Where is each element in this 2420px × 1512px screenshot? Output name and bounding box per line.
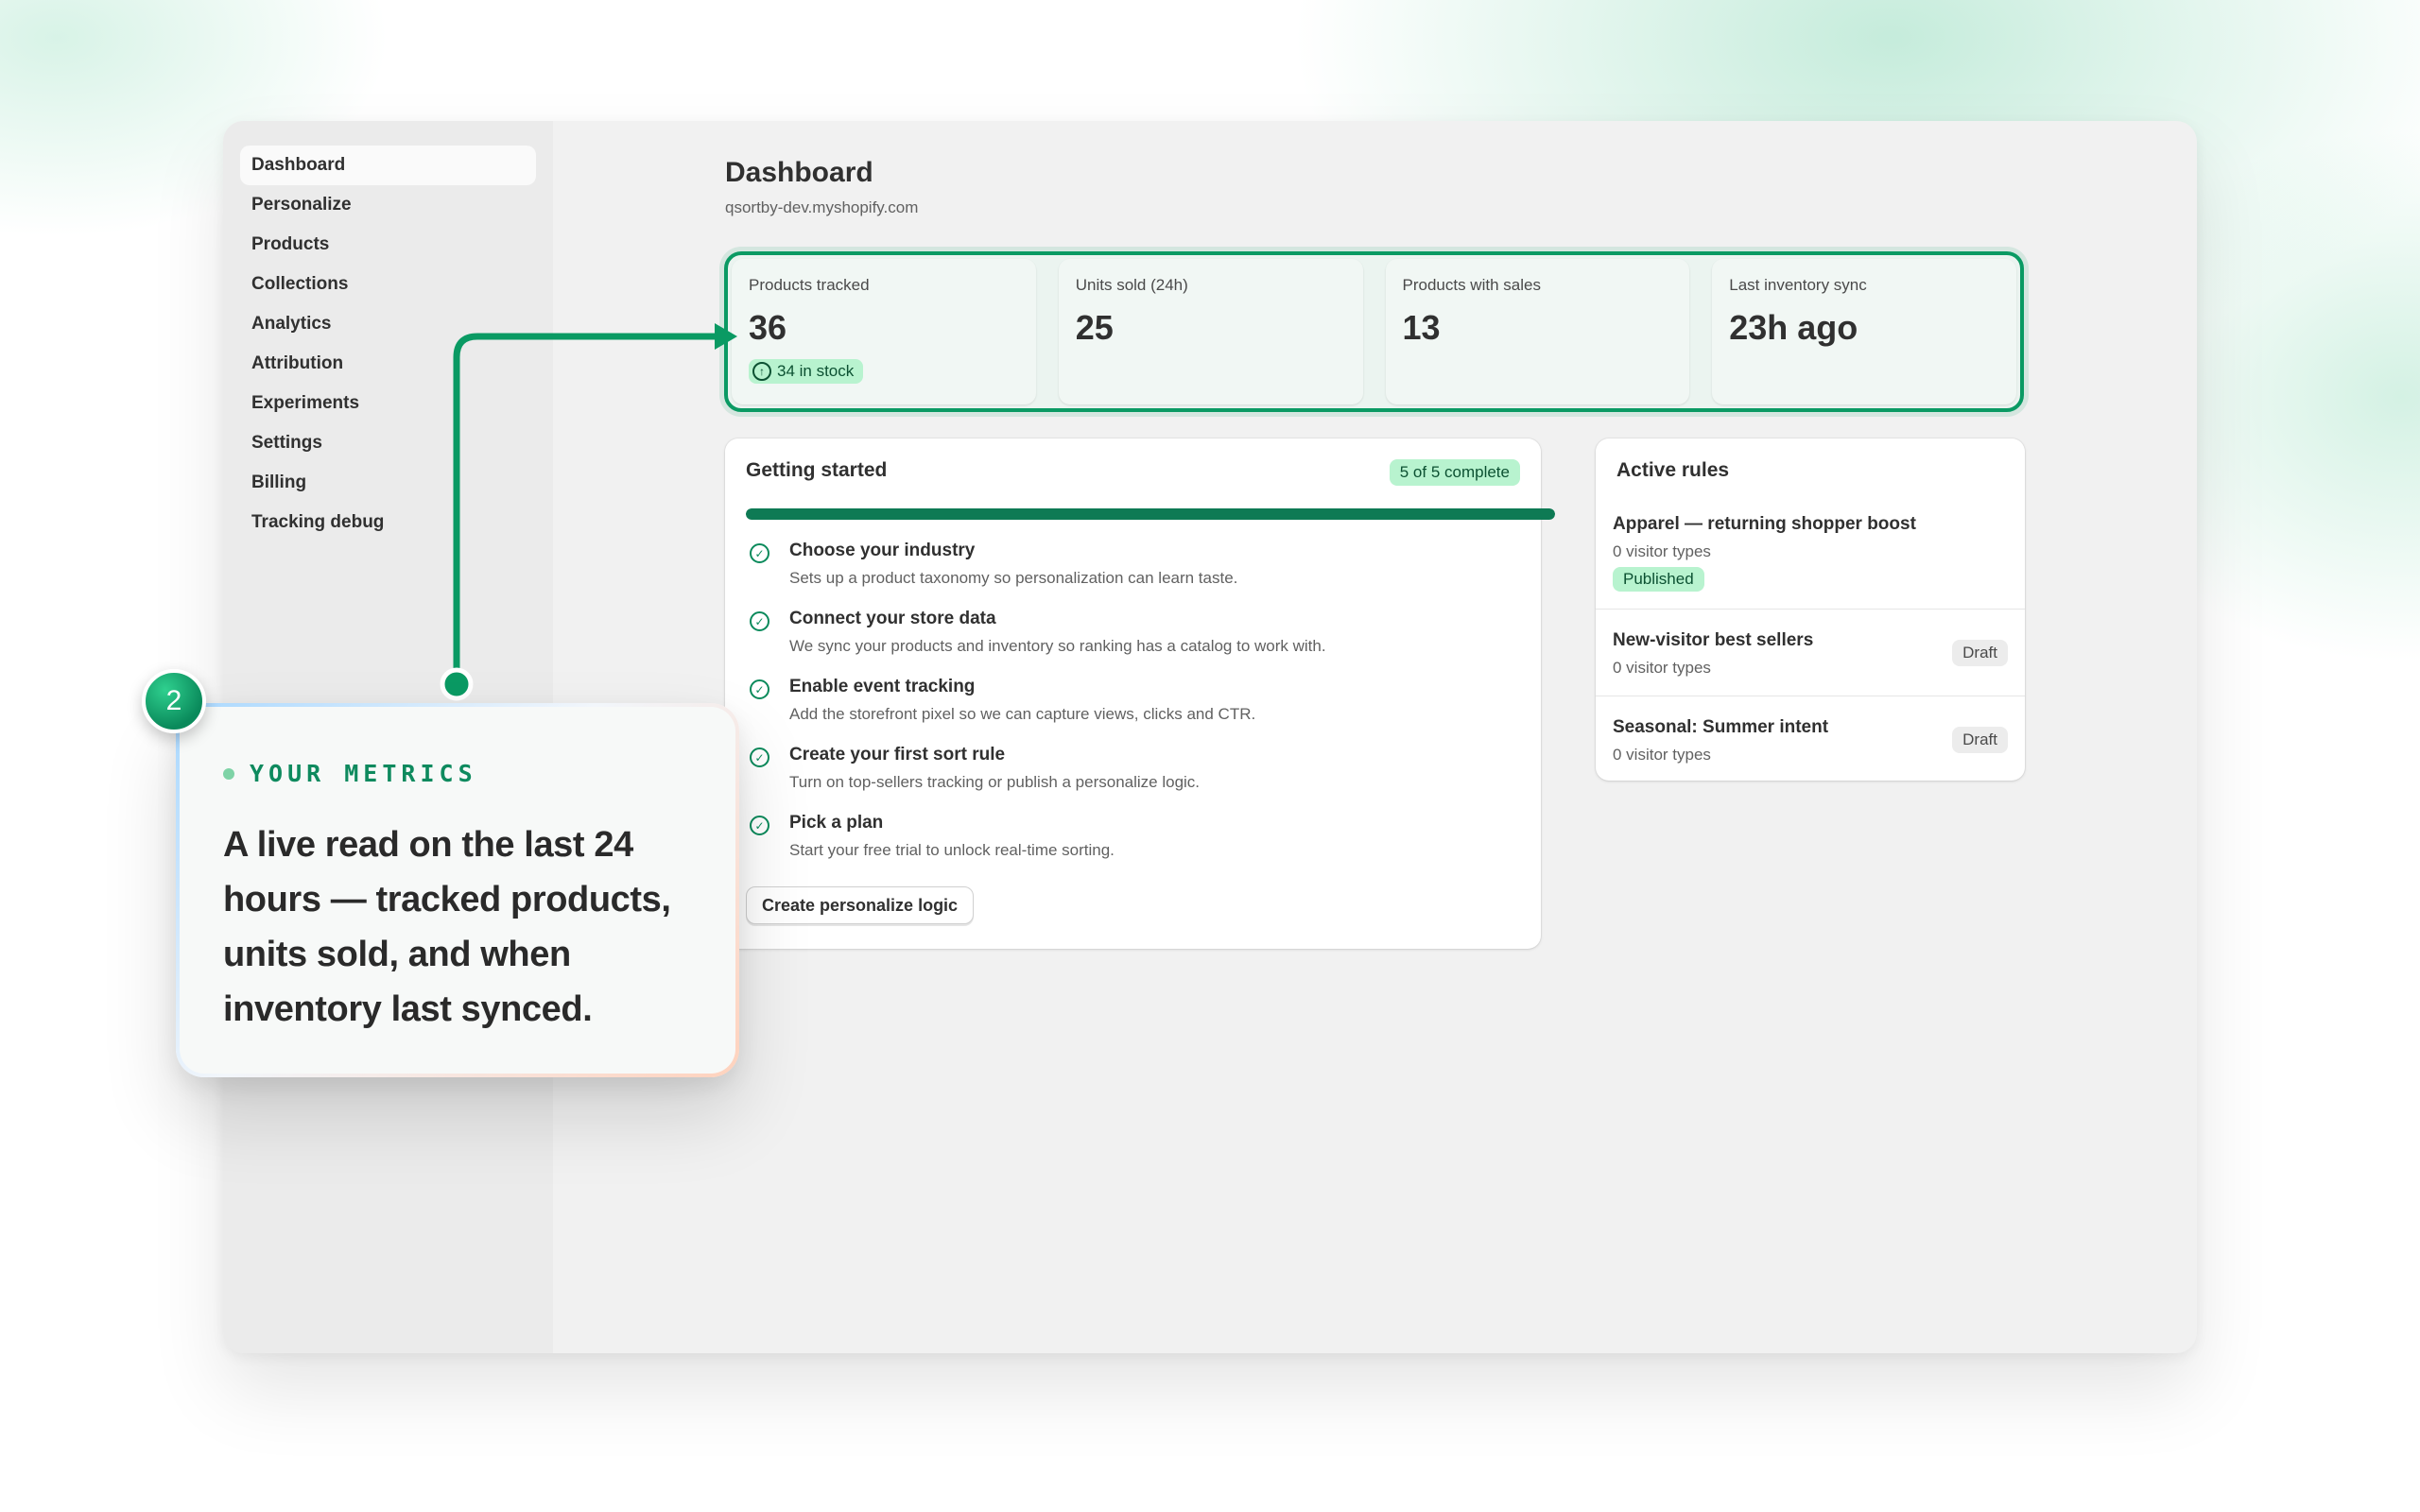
callout-eyebrow-label: YOUR METRICS (250, 760, 477, 787)
main-content: Dashboard qsortby-dev.myshopify.com Prod… (553, 121, 2197, 1353)
check-circle-icon: ✓ (750, 679, 769, 699)
metric-card-last-inventory-sync: Last inventory sync 23h ago (1712, 259, 2016, 404)
metric-label: Products with sales (1402, 276, 1541, 294)
check-circle-icon: ✓ (750, 816, 769, 835)
in-stock-badge: ↑ 34 in stock (749, 359, 864, 384)
metric-label: Last inventory sync (1729, 276, 1867, 294)
step-title: Connect your store data (789, 609, 996, 628)
step-number-badge: 2 (142, 669, 206, 733)
metric-label: Products tracked (749, 276, 870, 294)
metric-value: 25 (1075, 308, 1114, 347)
active-rules-card: Active rules Apparel — returning shopper… (1596, 438, 2025, 781)
step-description: We sync your products and inventory so r… (789, 637, 1326, 655)
setup-steps: ✓ Choose your industry Sets up a product… (746, 541, 1520, 881)
completion-badge: 5 of 5 complete (1389, 459, 1520, 486)
sidebar-item-personalize[interactable]: Personalize (240, 185, 536, 225)
sidebar-item-experiments[interactable]: Experiments (240, 384, 536, 423)
metric-card-products-with-sales: Products with sales 13 (1385, 259, 1690, 404)
status-badge: Draft (1952, 640, 2008, 666)
step-description: Start your free trial to unlock real-tim… (789, 841, 1115, 859)
setup-step: ✓ Connect your store data We sync your p… (746, 609, 1520, 677)
metric-value: 36 (749, 308, 787, 347)
setup-step: ✓ Choose your industry Sets up a product… (746, 541, 1520, 609)
step-description: Add the storefront pixel so we can captu… (789, 705, 1256, 723)
status-badge: Draft (1952, 727, 2008, 753)
step-title: Create your first sort rule (789, 745, 1006, 765)
rule-meta: 0 visitor types (1613, 746, 1711, 764)
create-personalize-logic-button[interactable]: Create personalize logic (746, 886, 975, 924)
metrics-highlight: Products tracked 36 ↑ 34 in stock Units … (724, 251, 2024, 412)
sidebar-item-products[interactable]: Products (240, 225, 536, 265)
rule-name: Apparel — returning shopper boost (1613, 514, 1916, 534)
setup-step: ✓ Enable event tracking Add the storefro… (746, 677, 1520, 745)
setup-step: ✓ Pick a plan Start your free trial to u… (746, 813, 1520, 881)
callout-eyebrow: YOUR METRICS (223, 760, 692, 787)
rule-name: Seasonal: Summer intent (1613, 717, 1829, 737)
rule-meta: 0 visitor types (1613, 659, 1711, 677)
sidebar-item-tracking-debug[interactable]: Tracking debug (240, 503, 536, 542)
step-title: Pick a plan (789, 813, 884, 833)
check-circle-icon: ✓ (750, 611, 769, 631)
setup-progress-bar (746, 508, 1555, 520)
step-description: Sets up a product taxonomy so personaliz… (789, 569, 1238, 587)
check-circle-icon: ✓ (750, 543, 769, 563)
in-stock-label: 34 in stock (777, 362, 855, 380)
metrics-callout: YOUR METRICS A live read on the last 24 … (176, 703, 739, 1077)
rule-name: New-visitor best sellers (1613, 630, 1814, 650)
getting-started-title: Getting started (746, 459, 888, 481)
setup-step: ✓ Create your first sort rule Turn on to… (746, 745, 1520, 813)
step-title: Choose your industry (789, 541, 976, 560)
metric-label: Units sold (24h) (1075, 276, 1188, 294)
active-rules-title: Active rules (1616, 459, 1730, 481)
sidebar-item-dashboard[interactable]: Dashboard (240, 146, 536, 185)
dot-icon (223, 767, 234, 780)
arrow-up-circle-icon: ↑ (752, 362, 771, 381)
rule-item[interactable]: Seasonal: Summer intent 0 visitor types … (1596, 696, 2025, 781)
sidebar-item-billing[interactable]: Billing (240, 463, 536, 503)
sidebar-item-analytics[interactable]: Analytics (240, 304, 536, 344)
step-description: Turn on top-sellers tracking or publish … (789, 773, 1201, 791)
callout-body: A live read on the last 24 hours — track… (223, 825, 671, 1029)
status-badge: Published (1613, 567, 1704, 592)
metric-value: 13 (1402, 308, 1441, 347)
callout-panel: YOUR METRICS A live read on the last 24 … (180, 707, 735, 1074)
page-title: Dashboard (725, 157, 873, 188)
step-title: Enable event tracking (789, 677, 976, 696)
rule-item[interactable]: Apparel — returning shopper boost 0 visi… (1596, 514, 2025, 616)
sidebar-item-attribution[interactable]: Attribution (240, 344, 536, 384)
setup-progress-fill (746, 508, 1555, 520)
metric-value: 23h ago (1729, 308, 1858, 347)
rule-meta: 0 visitor types (1613, 542, 1711, 560)
rule-item[interactable]: New-visitor best sellers 0 visitor types… (1596, 609, 2025, 696)
store-domain: qsortby-dev.myshopify.com (725, 198, 919, 216)
metric-card-units-sold: Units sold (24h) 25 (1058, 259, 1363, 404)
metric-card-products-tracked: Products tracked 36 ↑ 34 in stock (732, 259, 1036, 404)
sidebar-item-settings[interactable]: Settings (240, 423, 536, 463)
sidebar-item-collections[interactable]: Collections (240, 265, 536, 304)
check-circle-icon: ✓ (750, 747, 769, 767)
getting-started-card: Getting started 5 of 5 complete ✓ Choose… (725, 438, 1555, 949)
